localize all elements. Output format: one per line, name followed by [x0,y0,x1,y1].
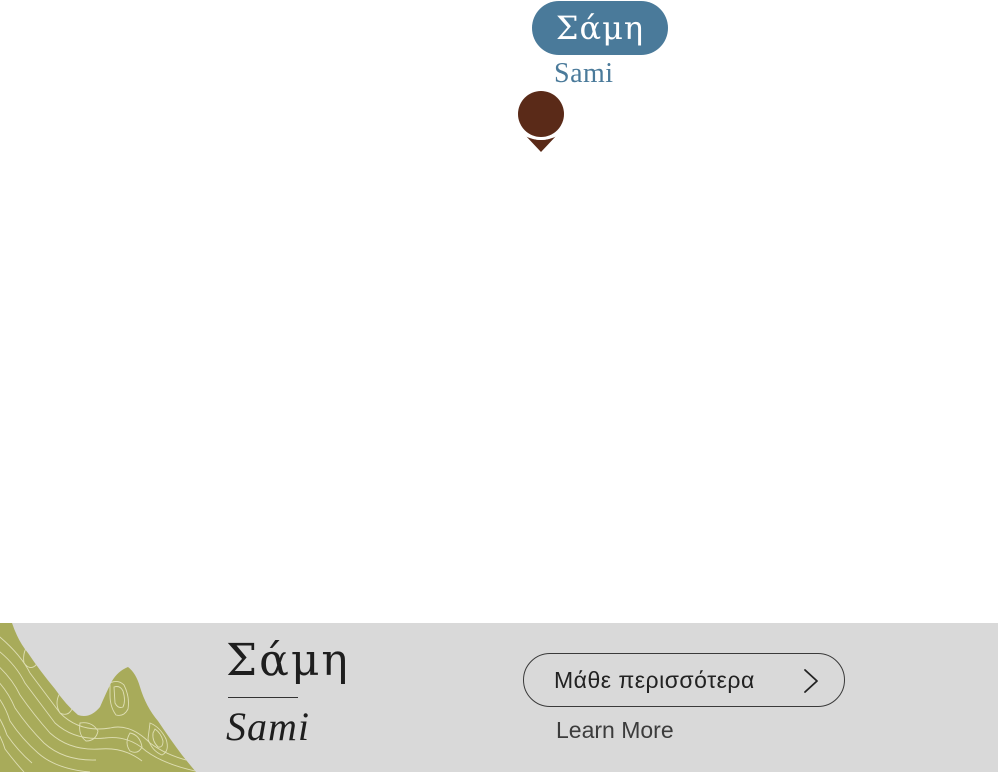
location-info-bar: Σάμη Sami Μάθε περισσότερα Learn More [0,623,998,772]
location-name-pill[interactable]: Σάμη [532,1,668,55]
map-area: Σάμη Sami [0,0,998,620]
location-name-latin: Sami [554,58,614,89]
title-divider [228,697,298,698]
learn-more-button-label: Μάθε περισσότερα [554,666,755,693]
location-title-greek: Σάμη [226,635,350,686]
learn-more-button[interactable]: Μάθε περισσότερα [523,653,845,707]
location-title-latin: Sami [226,704,310,749]
map-thumbnail-icon [0,623,196,772]
learn-more-english-label: Learn More [556,717,674,743]
chevron-right-icon [804,669,818,693]
map-pin-icon[interactable] [517,91,565,153]
